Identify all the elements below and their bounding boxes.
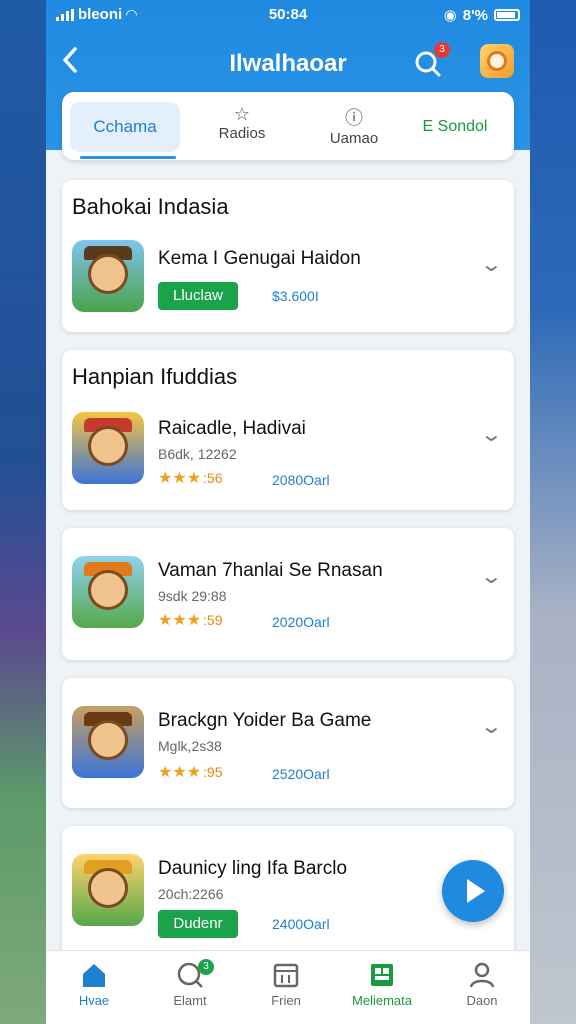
home-icon	[80, 961, 108, 989]
background-left	[0, 0, 46, 1024]
game-meta: B6dk, 12262	[158, 446, 237, 462]
game-meta: 9sdk 29:88	[158, 588, 227, 604]
game-count: 2020Oarl	[272, 614, 330, 630]
game-meta: Mglk,2s38	[158, 738, 222, 754]
game-card: Vaman 7hanlai Se Rnasan 9sdk 29:88 ★★★:5…	[62, 528, 514, 660]
tab-radios-label: Radios	[218, 125, 266, 142]
game-count: 2080Oarl	[272, 472, 330, 488]
star-outline-icon: ☆	[233, 104, 251, 124]
nav-meliemata-label: Meliemata	[352, 993, 412, 1008]
user-icon	[468, 961, 496, 989]
game-price: $3.600I	[272, 288, 319, 304]
game-thumbnail[interactable]	[72, 706, 144, 778]
calendar-icon	[272, 961, 300, 989]
game-thumbnail[interactable]	[72, 854, 144, 926]
battery-icon	[494, 9, 520, 21]
tab-radios[interactable]: ☆ Radios	[192, 102, 292, 152]
chevron-down-icon[interactable]: ⌄	[480, 252, 503, 277]
game-action-button[interactable]: Dudenr	[158, 910, 238, 938]
game-thumbnail[interactable]	[72, 240, 144, 312]
bottom-nav: Hvae 3 Elamt Frien Meliemata Daon	[46, 950, 530, 1024]
nav-profile-label: Daon	[466, 993, 498, 1008]
game-thumbnail[interactable]	[72, 412, 144, 484]
game-title[interactable]: Raicadle, Hadivai	[158, 418, 306, 440]
chevron-down-icon[interactable]: ⌄	[480, 564, 503, 589]
avatar[interactable]	[480, 44, 514, 78]
battery-percent: 8'%	[462, 6, 488, 24]
nav-home[interactable]: Hvae	[46, 961, 142, 1008]
game-thumbnail[interactable]	[72, 556, 144, 628]
tab-e-sondol[interactable]: E Sondol	[402, 102, 508, 152]
nav-profile[interactable]: Daon	[434, 961, 530, 1008]
board-icon	[368, 961, 396, 989]
tab-uamao-label: Uamao	[329, 130, 379, 147]
avatar-face-icon	[487, 51, 507, 71]
nav-home-label: Hvae	[78, 993, 110, 1008]
tab-bar: Cchama ☆ Radios ⓘ Uamao E Sondol	[62, 92, 514, 160]
rating-stars: ★★★:59	[158, 612, 223, 629]
nav-chat-badge: 3	[198, 959, 214, 975]
game-action-button[interactable]: Lluclaw	[158, 282, 238, 310]
section-card: Bahokai Indasia Kema I Genugai Haidon Ll…	[62, 180, 514, 332]
game-title[interactable]: Brackgn Yoider Ba Game	[158, 710, 371, 732]
section-title: Hanpian Ifuddias	[72, 364, 238, 389]
nav-frien-label: Frien	[271, 993, 301, 1008]
rating-stars: ★★★:95	[158, 764, 223, 781]
chevron-down-icon[interactable]: ⌄	[480, 422, 503, 447]
game-title[interactable]: Kema I Genugai Haidon	[158, 248, 361, 270]
rating-stars: ★★★:56	[158, 470, 223, 487]
tab-cchama[interactable]: Cchama	[70, 102, 180, 152]
game-title[interactable]: Vaman 7hanlai Se Rnasan	[158, 560, 383, 582]
game-count: 2400Oarl	[272, 916, 330, 932]
game-meta: 20ch:2266	[158, 886, 224, 902]
section-title: Bahokai Indasia	[72, 194, 229, 219]
active-tab-indicator	[80, 156, 176, 159]
game-card: Brackgn Yoider Ba Game Mglk,2s38 ★★★:95 …	[62, 678, 514, 808]
nav-chat-label: Elamt	[173, 993, 207, 1008]
game-count: 2520Oarl	[272, 766, 330, 782]
tab-uamao[interactable]: ⓘ Uamao	[304, 102, 404, 152]
notification-badge: 3	[434, 42, 450, 58]
game-title[interactable]: Daunicy ling Ifa Barclo	[158, 858, 347, 880]
background-right	[530, 0, 576, 1024]
phone-screen: bleoni ◠ 50:84 ◉ 8'% Ilwalhaoar 3 Cchama	[46, 0, 530, 1024]
info-icon: ⓘ	[345, 108, 363, 128]
status-bar: bleoni ◠ 50:84 ◉ 8'%	[46, 6, 530, 26]
play-fab-button[interactable]	[442, 860, 504, 922]
nav-meliemata[interactable]: Meliemata	[334, 961, 430, 1008]
nav-frien[interactable]: Frien	[238, 961, 334, 1008]
section-card: Hanpian Ifuddias Raicadle, Hadivai B6dk,…	[62, 350, 514, 510]
alarm-icon: ◉	[443, 7, 457, 24]
nav-bar: Ilwalhaoar 3	[46, 40, 530, 84]
nav-chat[interactable]: 3 Elamt	[142, 959, 238, 1008]
page-title: Ilwalhaoar	[229, 50, 347, 77]
chevron-down-icon[interactable]: ⌄	[480, 714, 503, 739]
